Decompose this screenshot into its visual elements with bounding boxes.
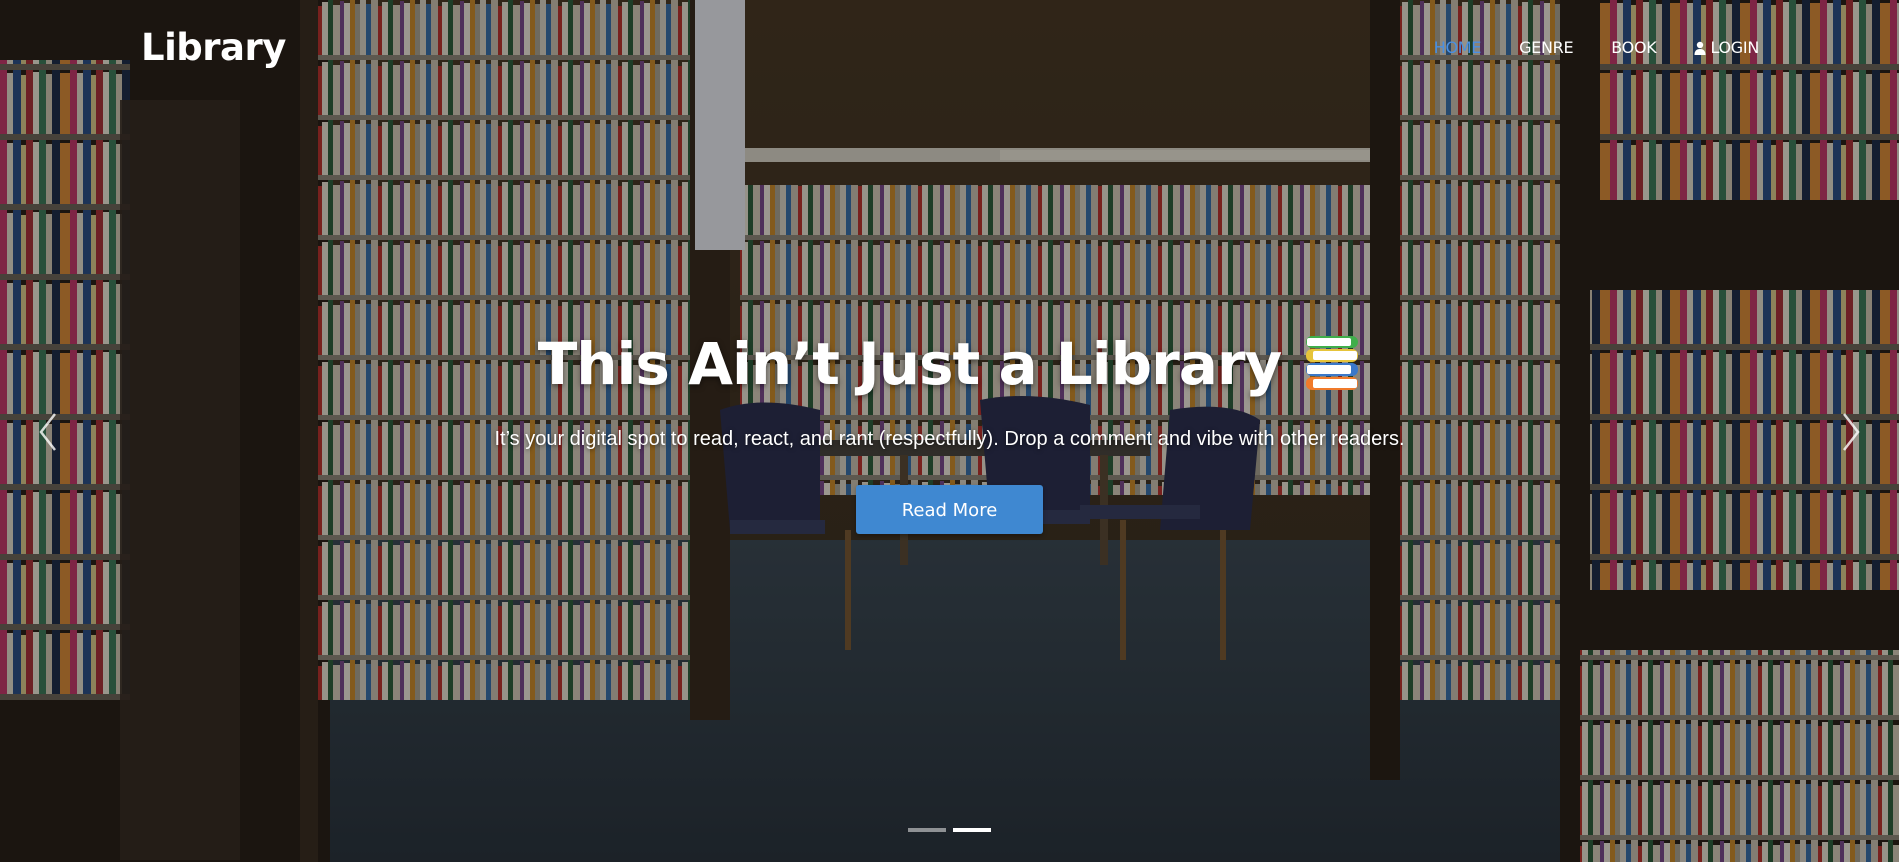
brand-logo[interactable]: Library (141, 26, 286, 69)
carousel-indicator-active[interactable] (953, 828, 991, 832)
nav-item-label: GENRE (1519, 38, 1574, 57)
carousel-indicators (0, 828, 1899, 832)
nav-item-login[interactable]: LOGIN (1694, 38, 1759, 57)
nav-item-genre[interactable]: GENRE (1519, 38, 1574, 57)
nav-item-label: HOME (1433, 38, 1482, 57)
carousel-caption: This Ain’t Just a Library It’s your digi… (0, 330, 1899, 534)
hero-headline-text: This Ain’t Just a Library (537, 330, 1283, 398)
user-icon (1694, 41, 1706, 55)
hero-subtext: It’s your digital spot to read, react, a… (494, 428, 1405, 450)
nav-item-label: BOOK (1611, 38, 1657, 57)
nav-menu: HOME GENRE BOOK LOGIN (1396, 38, 1760, 57)
books-icon (1306, 336, 1359, 390)
hero-carousel: Library HOME GENRE BOOK LOGIN This Ain’t… (0, 0, 1899, 862)
carousel-indicator[interactable] (908, 828, 946, 832)
nav-item-home[interactable]: HOME (1433, 38, 1482, 57)
hero-headline: This Ain’t Just a Library (538, 330, 1362, 398)
nav-item-book[interactable]: BOOK (1611, 38, 1656, 57)
read-more-button[interactable]: Read More (856, 485, 1043, 534)
nav-item-label: LOGIN (1710, 38, 1759, 57)
navbar: Library HOME GENRE BOOK LOGIN (0, 0, 1899, 100)
